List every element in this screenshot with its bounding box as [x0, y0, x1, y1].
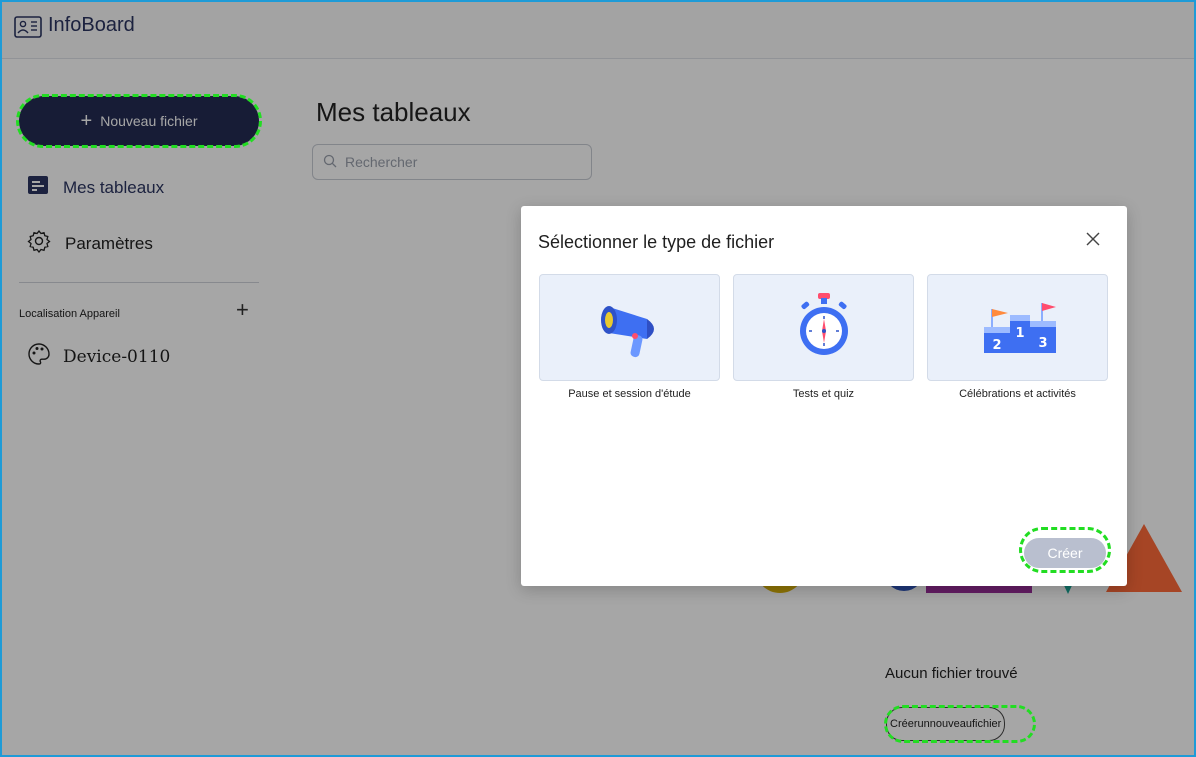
dialog-title: Sélectionner le type de fichier	[538, 232, 775, 252]
option-label: Célébrations et activités	[959, 388, 1076, 400]
file-type-dialog: Sélectionner le type de fichier Pause et…	[521, 206, 1127, 586]
close-icon[interactable]	[1084, 230, 1102, 248]
svg-text:2: 2	[992, 338, 1001, 353]
megaphone-icon	[595, 291, 667, 366]
option-label: Pause et session d'étude	[568, 388, 691, 400]
stopwatch-icon	[793, 291, 855, 368]
create-button[interactable]: Créer	[1024, 538, 1106, 568]
file-type-option-tests[interactable]: Tests et quiz	[733, 274, 914, 400]
svg-text:1: 1	[1015, 326, 1024, 341]
file-type-tile[interactable]	[539, 274, 720, 381]
file-type-option-celebrations[interactable]: 2 1 3 Célébrations et activités	[927, 274, 1108, 400]
svg-text:3: 3	[1038, 336, 1047, 351]
file-type-tile[interactable]	[733, 274, 914, 381]
file-type-option-pause[interactable]: Pause et session d'étude	[539, 274, 720, 400]
podium-icon: 2 1 3	[980, 297, 1060, 362]
file-type-tile[interactable]: 2 1 3	[927, 274, 1108, 381]
option-label: Tests et quiz	[792, 388, 855, 400]
